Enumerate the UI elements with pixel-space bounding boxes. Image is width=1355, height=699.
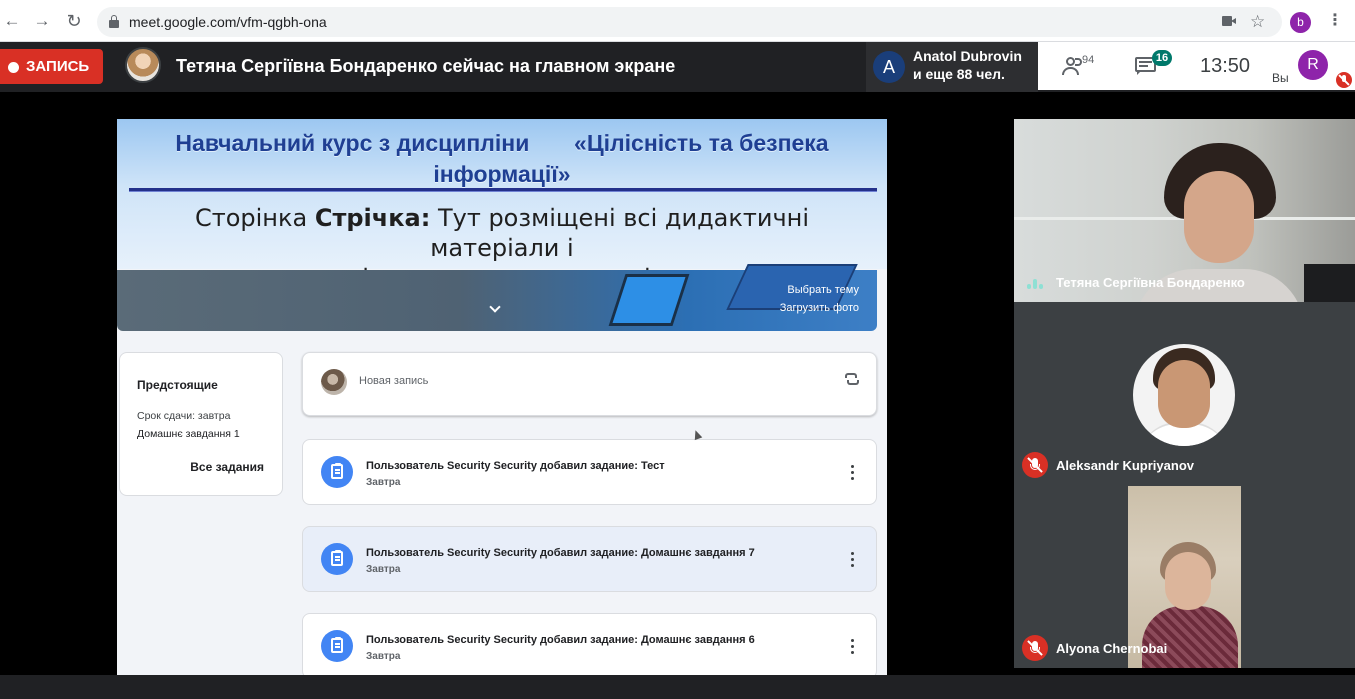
meeting-clock: 13:50: [1200, 55, 1251, 77]
subtitle-bold: Стрічка:: [314, 204, 431, 232]
bookmark-star-icon[interactable]: ☆: [1250, 12, 1265, 32]
presenter-avatar: [125, 47, 161, 83]
recording-dot-icon: [8, 62, 19, 73]
participant-tile[interactable]: Тетяна Сергіївна Бондаренко: [1014, 119, 1355, 302]
slide-header: Навчальний курс з дисципліни «Цілісність…: [117, 119, 887, 292]
upcoming-title: Предстоящие: [137, 378, 218, 392]
stream-item-due: Завтра: [366, 477, 401, 488]
participant-tile[interactable]: Aleksandr Kupriyanov: [1014, 302, 1355, 485]
bottom-bar: [0, 675, 1355, 699]
upcoming-card: Предстоящие Срок сдачи: завтра Домашнє з…: [119, 352, 283, 496]
browser-menu-icon[interactable]: ⋮: [1327, 11, 1343, 31]
upcoming-due: Срок сдачи: завтра: [137, 410, 231, 422]
slide-title-line1: Навчальний курс з дисципліни «Цілісність…: [175, 130, 829, 156]
slide-title: Навчальний курс з дисципліни «Цілісність…: [117, 128, 887, 190]
stream-item-title: Пользователь Security Security добавил з…: [366, 460, 665, 472]
people-count: 94: [1082, 54, 1095, 66]
stream-item-due: Завтра: [366, 651, 401, 662]
stream-item-title: Пользователь Security Security добавил з…: [366, 634, 755, 646]
more-options-icon[interactable]: [851, 552, 855, 568]
self-muted-mic-icon: [1336, 72, 1352, 88]
banner-tablet-illustration: [608, 274, 690, 326]
address-bar[interactable]: meet.google.com/vfm-qgbh-ona ☆: [97, 7, 1282, 37]
stream-item[interactable]: Пользователь Security Security добавил з…: [302, 613, 877, 675]
browser-toolbar: ← → ↻ meet.google.com/vfm-qgbh-ona ☆ b ⋮: [0, 0, 1355, 42]
presenting-status: Тетяна Сергіївна Бондаренко сейчас на гл…: [176, 56, 676, 76]
background-monitor: [1304, 264, 1355, 302]
new-post-box[interactable]: Новая запись: [302, 352, 877, 416]
participant-avatar: [1133, 344, 1235, 446]
chevron-down-icon[interactable]: [489, 301, 501, 313]
upcoming-assignment-link[interactable]: Домашнє завдання 1: [137, 428, 240, 440]
participant-name: Тетяна Сергіївна Бондаренко: [1056, 275, 1245, 290]
subtitle-rest: Тут розміщені всі дидактичні матеріали і: [430, 204, 809, 262]
recording-indicator[interactable]: ЗАПИСЬ: [0, 49, 103, 84]
muted-mic-icon: [1022, 635, 1048, 661]
slide-divider: [129, 188, 877, 192]
active-speaker-avatar: A: [873, 51, 905, 83]
muted-mic-icon: [1022, 452, 1048, 478]
url-text[interactable]: meet.google.com/vfm-qgbh-ona: [129, 14, 327, 30]
meet-top-bar: ЗАПИСЬ Тетяна Сергіївна Бондаренко сейча…: [0, 42, 1355, 92]
active-speaker-chip[interactable]: A Anatol Dubrovin и еще 88 чел.: [866, 42, 1038, 92]
browser-profile-avatar[interactable]: b: [1290, 12, 1311, 33]
new-post-placeholder[interactable]: Новая запись: [359, 375, 428, 387]
select-theme-link[interactable]: Выбрать тему: [787, 284, 859, 296]
stream-item-due: Завтра: [366, 564, 401, 575]
participant-tile[interactable]: Alyona Chernobai: [1014, 485, 1355, 668]
more-options-icon[interactable]: [851, 465, 855, 481]
assignment-icon: [321, 456, 353, 488]
shared-screen: Навчальний курс з дисципліни «Цілісність…: [117, 119, 887, 675]
participant-face: [1184, 171, 1254, 263]
more-options-icon[interactable]: [851, 639, 855, 655]
self-label: Вы: [1272, 71, 1289, 85]
subtitle-prefix: Сторінка: [194, 204, 315, 232]
upload-photo-link[interactable]: Загрузить фото: [780, 302, 859, 314]
stream-item-title: Пользователь Security Security добавил з…: [366, 547, 755, 559]
participant-name: Alyona Chernobai: [1056, 641, 1168, 656]
people-icon[interactable]: [1062, 57, 1084, 75]
speaking-indicator-icon: [1027, 277, 1045, 289]
view-all-assignments-link[interactable]: Все задания: [190, 460, 264, 474]
slide-title-line2: інформації»: [433, 161, 571, 187]
assignment-icon: [321, 630, 353, 662]
reload-icon[interactable]: ↻: [64, 11, 84, 31]
lock-icon[interactable]: [109, 15, 119, 28]
self-avatar[interactable]: R: [1298, 50, 1328, 80]
camera-icon[interactable]: [1222, 16, 1236, 26]
user-avatar: [321, 369, 347, 395]
chat-count-badge: 16: [1152, 50, 1172, 66]
class-banner: Выбрать тему Загрузить фото: [117, 264, 877, 331]
back-icon[interactable]: ←: [2, 11, 22, 31]
assignment-icon: [321, 543, 353, 575]
stream-item[interactable]: Пользователь Security Security добавил з…: [302, 439, 877, 505]
screen: ← → ↻ meet.google.com/vfm-qgbh-ona ☆ b ⋮…: [0, 0, 1355, 699]
recording-label: ЗАПИСЬ: [26, 58, 90, 75]
active-speaker-others: и еще 88 чел.: [913, 66, 1005, 82]
repost-icon[interactable]: [845, 372, 859, 386]
stream-item[interactable]: Пользователь Security Security добавил з…: [302, 526, 877, 592]
forward-icon[interactable]: →: [32, 11, 52, 31]
meet-controls-panel: 94 16 13:50 Вы R: [1038, 42, 1355, 90]
active-speaker-name: Anatol Dubrovin: [913, 48, 1022, 64]
participant-name: Aleksandr Kupriyanov: [1056, 458, 1194, 473]
